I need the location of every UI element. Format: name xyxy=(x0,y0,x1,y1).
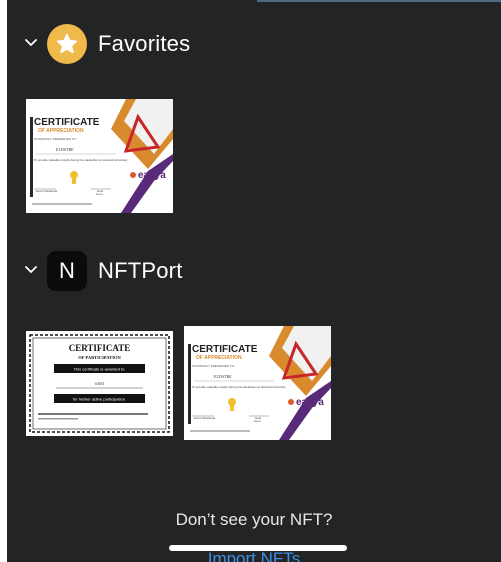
cert-subtitle: OF APPRECIATION xyxy=(38,128,84,134)
svg-text:IS PROUDLY PRESENTED TO :: IS PROUDLY PRESENTED TO : xyxy=(192,364,236,368)
star-icon xyxy=(47,24,87,64)
nft-card-appreciation-2[interactable]: CERTIFICATE OF APPRECIATION IS PROUDLY P… xyxy=(184,326,331,440)
svg-text:ELDSTRE: ELDSTRE xyxy=(56,147,74,152)
tab-indicator xyxy=(257,0,501,2)
missing-nft-prompt: Don’t see your NFT? xyxy=(175,510,333,529)
favorites-title: Favorites xyxy=(98,31,191,56)
participation-certificate-image: CERTIFICATE OF PARTICIPATION This certif… xyxy=(26,331,173,436)
cert-title: CERTIFICATE xyxy=(192,344,258,355)
cert-subtitle: OF PARTICIPATION xyxy=(78,355,121,360)
svg-text:Event Weekend: Event Weekend xyxy=(194,416,215,420)
easya-logo: easya xyxy=(138,170,166,181)
nft-card-participation[interactable]: CERTIFICATE OF PARTICIPATION This certif… xyxy=(26,331,173,436)
svg-text:Easya: Easya xyxy=(254,420,262,423)
svg-text:for his/her active participati: for his/her active participation. xyxy=(73,397,126,402)
svg-text:IS PROUDLY PRESENTED TO :: IS PROUDLY PRESENTED TO : xyxy=(34,137,78,141)
nftport-section-header[interactable]: N NFTPort xyxy=(7,249,501,293)
chevron-down-icon[interactable] xyxy=(24,263,38,277)
svg-text:This certificate is awarded to: This certificate is awarded to: xyxy=(74,367,126,372)
nftport-logo-icon: N xyxy=(47,251,87,291)
favorites-section-header[interactable]: Favorites xyxy=(7,22,501,66)
chevron-down-icon[interactable] xyxy=(24,36,38,50)
cert-subtitle: OF APPRECIATION xyxy=(196,355,242,361)
appreciation-certificate-image: CERTIFICATE OF APPRECIATION IS PROUDLY P… xyxy=(26,99,173,213)
svg-text:Easya: Easya xyxy=(96,193,104,196)
cert-title: CERTIFICATE xyxy=(34,117,100,128)
svg-text:V.BTI: V.BTI xyxy=(95,381,105,386)
appreciation-certificate-image: CERTIFICATE OF APPRECIATION IS PROUDLY P… xyxy=(184,326,331,440)
cert-title: CERTIFICATE xyxy=(69,343,131,353)
easya-logo: easya xyxy=(296,397,324,408)
nftport-title: NFTPort xyxy=(98,258,183,283)
svg-text:To provide valuable insight du: To provide valuable insight during the H… xyxy=(192,385,286,389)
nft-card-appreciation[interactable]: CERTIFICATE OF APPRECIATION IS PROUDLY P… xyxy=(26,99,173,213)
svg-text:To provide valuable insight du: To provide valuable insight during the H… xyxy=(34,158,128,162)
nft-collection-screen: Favorites CERTIFICATE OF APPRECIATION IS… xyxy=(7,0,501,562)
svg-text:ELDSTRE: ELDSTRE xyxy=(214,374,232,379)
home-indicator[interactable] xyxy=(169,545,347,551)
svg-text:Event Weekend: Event Weekend xyxy=(36,189,57,193)
